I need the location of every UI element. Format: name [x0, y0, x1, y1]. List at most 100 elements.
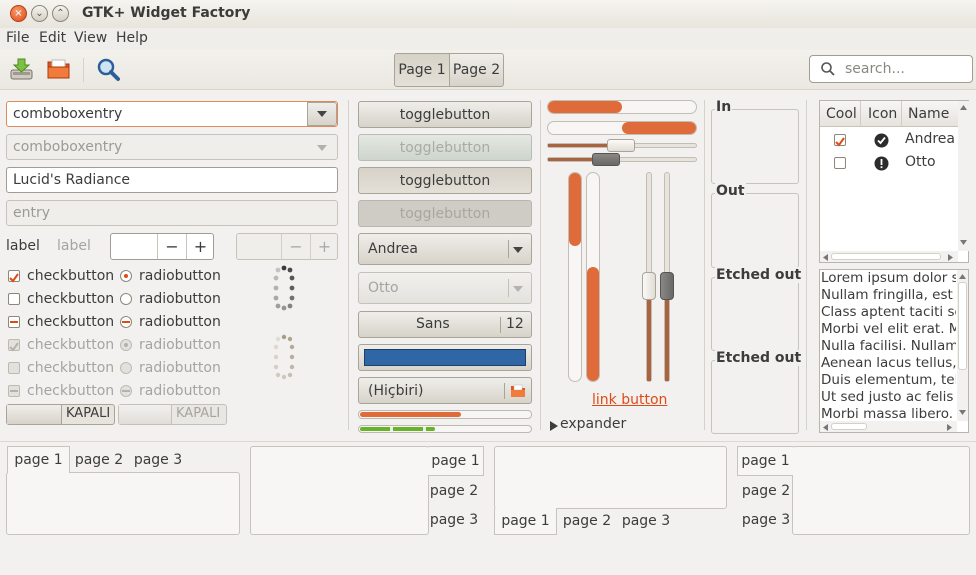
text-view-content[interactable]: Lorem ipsum dolor s Nullam fringilla, est…	[820, 270, 956, 423]
scroll-down-icon[interactable]	[960, 240, 967, 245]
switch-1[interactable]: KAPALI	[6, 404, 115, 425]
radiobutton-2-circle[interactable]	[120, 293, 132, 305]
notebook-1-page	[6, 472, 240, 535]
hscale-2-handle[interactable]	[592, 153, 621, 166]
scroll-left-icon[interactable]	[823, 254, 828, 261]
tree-row-2-check[interactable]	[834, 157, 846, 169]
check-icon	[9, 273, 19, 283]
font-button-separator	[500, 317, 501, 333]
check-circle-icon	[874, 133, 889, 148]
notebook-1-tab-1[interactable]: page 1	[7, 446, 70, 473]
scroll-left-icon[interactable]	[823, 424, 828, 431]
tree-row-2-name[interactable]: Otto	[905, 154, 936, 170]
maximize-button[interactable]: ⌃	[52, 5, 69, 22]
menu-file[interactable]: File	[6, 30, 29, 46]
tree-hscroll-thumb[interactable]	[831, 253, 941, 260]
vscale-2-fill	[665, 287, 669, 381]
notebook-3-tab-1[interactable]: page 1	[494, 508, 557, 535]
text-hscrollbar[interactable]	[820, 421, 957, 432]
expander-arrow-icon[interactable]	[550, 419, 558, 435]
notebook-4-tab-3[interactable]: page 3	[741, 506, 791, 534]
radiobutton-3-circle[interactable]	[120, 316, 132, 328]
checkbutton-3-label[interactable]: checkbutton	[27, 314, 114, 330]
notebook-1-tab-2[interactable]: page 2	[70, 448, 128, 472]
minimize-button[interactable]: ⌄	[31, 5, 48, 22]
text-hscroll-thumb[interactable]	[831, 423, 867, 430]
notebook-3-tab-2[interactable]: page 2	[558, 509, 616, 533]
notebook-4-tab-2[interactable]: page 2	[741, 477, 791, 505]
expander-label[interactable]: expander	[560, 416, 626, 432]
radiobutton-4-label: radiobutton	[139, 337, 221, 353]
checkbutton-2-box[interactable]	[8, 293, 20, 305]
column-separator	[806, 100, 807, 430]
search-field[interactable]: search...	[809, 55, 973, 83]
notebook-4-tab-1[interactable]: page 1	[737, 446, 793, 476]
column-icon[interactable]: Icon	[868, 106, 897, 122]
notebook-1-tab-3[interactable]: page 3	[129, 448, 187, 472]
file-chooser-button[interactable]: (Hiçbiri)	[358, 377, 532, 404]
scroll-right-icon[interactable]	[948, 254, 953, 261]
vscale-2-handle[interactable]	[660, 272, 674, 301]
radiobutton-1-label[interactable]: radiobutton	[139, 268, 221, 284]
download-icon[interactable]	[9, 57, 34, 81]
hscale-2[interactable]	[547, 157, 697, 162]
radio-dot-icon	[124, 343, 128, 347]
comboboxentry-1-arrow[interactable]	[307, 102, 337, 126]
combobox-andrea[interactable]: Andrea	[358, 233, 532, 265]
radiobutton-1-circle[interactable]	[120, 270, 132, 282]
text-view[interactable]: Lorem ipsum dolor s Nullam fringilla, est…	[819, 269, 969, 433]
togglebutton-1[interactable]: togglebutton	[358, 101, 532, 128]
scroll-right-icon[interactable]	[947, 424, 952, 431]
window-title: GTK+ Widget Factory	[82, 5, 251, 21]
menu-edit[interactable]: Edit	[39, 30, 66, 46]
scroll-down-icon[interactable]	[959, 410, 966, 415]
folder-icon[interactable]	[46, 57, 71, 81]
text-vscrollbar[interactable]	[957, 270, 968, 421]
close-button[interactable]: ×	[10, 5, 27, 22]
checkbutton-2-label[interactable]: checkbutton	[27, 291, 114, 307]
switch-1-label: KAPALI	[66, 406, 111, 421]
checkbutton-1-label[interactable]: checkbutton	[27, 268, 114, 284]
menu-view[interactable]: View	[74, 30, 107, 46]
tree-vscrollbar[interactable]	[958, 101, 969, 251]
scroll-up-icon[interactable]	[959, 274, 966, 279]
check-icon	[835, 137, 845, 147]
font-button[interactable]: Sans 12	[358, 311, 532, 338]
togglebutton-3[interactable]: togglebutton	[358, 167, 532, 194]
search-placeholder: search...	[845, 61, 905, 77]
checkbutton-1-box[interactable]	[8, 270, 20, 283]
hscale-1-handle[interactable]	[607, 139, 635, 152]
column-name[interactable]: Name	[908, 106, 949, 122]
notebook-2-tab-3[interactable]: page 3	[429, 506, 479, 534]
font-name: Sans	[416, 316, 450, 332]
tree-hscrollbar[interactable]	[820, 251, 958, 262]
notebook-3-tab-3[interactable]: page 3	[617, 509, 675, 533]
text-entry[interactable]: Lucid's Radiance	[6, 167, 338, 193]
spin-button-1[interactable]: − +	[110, 233, 214, 260]
vscale-1-handle[interactable]	[642, 272, 656, 301]
checkbutton-3-box[interactable]	[8, 316, 20, 328]
toolbar-page1-button[interactable]: Page 1	[394, 53, 450, 87]
notebook-2-tab-2[interactable]: page 2	[429, 477, 479, 505]
radiobutton-3-label[interactable]: radiobutton	[139, 314, 221, 330]
tree-row-1-name[interactable]: Andrea	[905, 131, 955, 147]
link-button[interactable]: link button	[592, 392, 667, 408]
combobox-separator	[508, 279, 509, 297]
tree-view[interactable]: Cool Icon Name Andrea Otto	[819, 100, 969, 263]
radiobutton-2-label[interactable]: radiobutton	[139, 291, 221, 307]
radiobutton-5-circle	[120, 362, 132, 374]
text-vscroll-thumb[interactable]	[958, 282, 967, 370]
spin-minus-button[interactable]: −	[157, 234, 186, 259]
search-icon[interactable]	[96, 57, 121, 82]
tree-row-1-check[interactable]	[834, 134, 846, 147]
menu-help[interactable]: Help	[116, 30, 148, 46]
color-button[interactable]	[358, 344, 532, 371]
scroll-up-icon[interactable]	[960, 105, 967, 110]
notebook-2-tab-1[interactable]: page 1	[428, 446, 484, 476]
toolbar-page2-button[interactable]: Page 2	[449, 53, 504, 87]
switch-1-handle[interactable]	[7, 405, 62, 424]
chevron-down-icon	[317, 145, 327, 151]
column-cool[interactable]: Cool	[826, 106, 857, 122]
comboboxentry-1[interactable]: comboboxentry	[6, 101, 338, 127]
spin-plus-button[interactable]: +	[186, 234, 214, 259]
